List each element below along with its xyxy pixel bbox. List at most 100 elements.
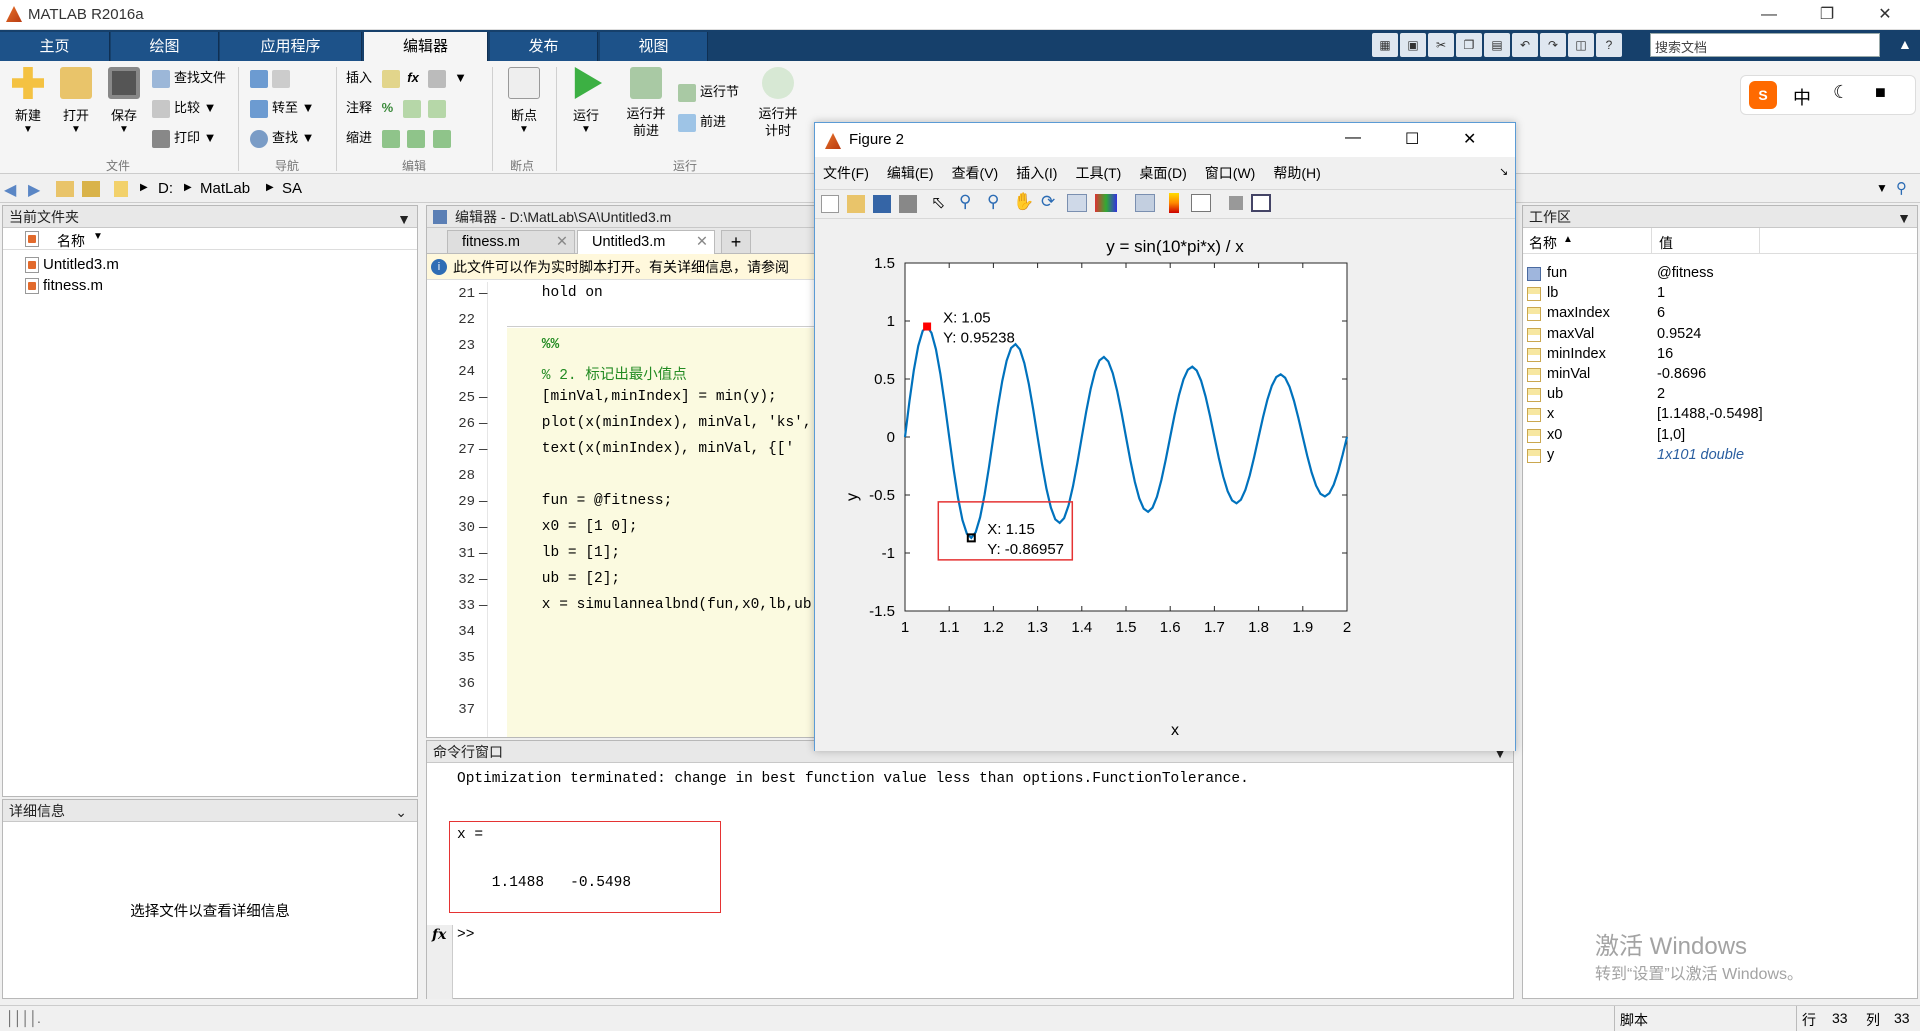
code-line[interactable]: %%: [507, 337, 559, 353]
command-prompt[interactable]: >>: [457, 927, 474, 943]
panel-menu-icon[interactable]: ▼: [397, 208, 411, 230]
cut-icon[interactable]: ✂: [1428, 33, 1454, 57]
tab-home[interactable]: 主页: [0, 32, 110, 61]
tab-plots[interactable]: 绘图: [111, 32, 219, 61]
file-item[interactable]: Untitled3.m: [25, 256, 119, 274]
code-line[interactable]: % 2. 标记出最小值点: [507, 363, 687, 384]
show-plot-tools-icon[interactable]: [1251, 194, 1271, 212]
redo-icon[interactable]: ↷: [1540, 33, 1566, 57]
workspace-row[interactable]: x [1.1488,-0.5498]: [1523, 405, 1917, 425]
paste-icon[interactable]: ▤: [1484, 33, 1510, 57]
workspace-row[interactable]: x0 [1,0]: [1523, 426, 1917, 446]
figure-menu-item[interactable]: 桌面(D): [1139, 165, 1186, 181]
figure-close-button[interactable]: ✕: [1463, 129, 1476, 149]
compare-button[interactable]: 比较 ▼: [152, 97, 217, 119]
print-button[interactable]: 打印 ▼: [152, 127, 217, 149]
workspace-row[interactable]: minVal -0.8696: [1523, 365, 1917, 385]
skin-icon[interactable]: ■: [1875, 82, 1886, 103]
fx-icon[interactable]: fx: [432, 927, 446, 943]
percent-icon[interactable]: %: [382, 100, 394, 115]
up-folder-icon[interactable]: [56, 181, 74, 197]
close-button[interactable]: ✕: [1862, 2, 1908, 28]
code-area[interactable]: 21— hold on 22 23 %% 24 % 2. 标记出最小值点 25— [mi…: [427, 282, 817, 737]
workspace-row[interactable]: maxVal 0.9524: [1523, 325, 1917, 345]
breakpoint-marker[interactable]: —: [479, 494, 487, 510]
back-forward-buttons[interactable]: [250, 67, 294, 89]
editor-tab-fitness[interactable]: fitness.m ✕: [447, 230, 575, 254]
panel-menu-icon[interactable]: ▼: [1897, 207, 1911, 229]
moon-icon[interactable]: ☾: [1833, 82, 1849, 103]
run-and-advance-button[interactable]: 运行并 前进: [620, 67, 672, 139]
restore-button[interactable]: ❐: [1804, 2, 1850, 28]
tab-view[interactable]: 视图: [600, 32, 708, 61]
new-tab-button[interactable]: +: [721, 230, 751, 254]
expand-icon[interactable]: ▲: [1898, 36, 1912, 52]
fx-icon[interactable]: fx: [407, 70, 419, 85]
insert-button[interactable]: 插入 fx ▼: [346, 67, 467, 89]
close-tab-icon[interactable]: ✕: [556, 234, 568, 250]
crumb-matlab[interactable]: MatLab: [200, 180, 250, 197]
crumb-sa[interactable]: SA: [282, 180, 302, 197]
figure-menu-item[interactable]: 工具(T): [1075, 165, 1121, 181]
open-file-icon[interactable]: [847, 195, 865, 213]
breakpoint-marker[interactable]: —: [479, 598, 487, 614]
find-files-button[interactable]: 查找文件: [152, 67, 226, 89]
save-icon[interactable]: ▣: [1400, 33, 1426, 57]
figure-menu-item[interactable]: 帮助(H): [1273, 165, 1320, 181]
figure-menu-item[interactable]: 文件(F): [823, 165, 869, 181]
workspace-row[interactable]: lb 1: [1523, 284, 1917, 304]
advance-button[interactable]: 前进: [678, 111, 726, 133]
minimize-button[interactable]: —: [1746, 2, 1792, 28]
code-line[interactable]: ub = [2];: [507, 571, 620, 587]
code-line[interactable]: fun = @fitness;: [507, 493, 673, 509]
find-button[interactable]: 查找 ▼: [250, 127, 315, 149]
search-icon[interactable]: ⚲: [1862, 35, 1872, 52]
breakpoint-marker[interactable]: —: [479, 390, 487, 406]
workspace-row[interactable]: y 1x101 double: [1523, 446, 1917, 466]
code-line[interactable]: text(x(minIndex), minVal, {[' X: [507, 441, 817, 457]
close-tab-icon[interactable]: ✕: [696, 234, 708, 250]
name-column-header[interactable]: 名称: [57, 231, 85, 251]
code-line[interactable]: x0 = [1 0];: [507, 519, 638, 535]
name-column-header[interactable]: 名称: [1529, 233, 1557, 253]
code-line[interactable]: x = simulannealbnd(fun,x0,lb,ub): [507, 597, 817, 613]
collapse-icon[interactable]: ⌄: [395, 801, 407, 823]
run-and-time-button[interactable]: 运行并 计时: [752, 67, 804, 139]
workspace-row[interactable]: fun @fitness: [1523, 264, 1917, 284]
goto-button[interactable]: 转至 ▼: [250, 97, 315, 119]
colorbar-icon[interactable]: [1169, 193, 1179, 213]
figure-menu-item[interactable]: 插入(I): [1016, 165, 1057, 181]
resize-grip-icon[interactable]: ││││.: [6, 1010, 41, 1026]
indent-button[interactable]: 缩进: [346, 127, 455, 149]
comment-button[interactable]: 注释 %: [346, 97, 450, 119]
workspace-row[interactable]: minIndex 16: [1523, 345, 1917, 365]
data-cursor-icon[interactable]: [1067, 194, 1087, 212]
breakpoint-marker[interactable]: —: [479, 520, 487, 536]
switch-windows-icon[interactable]: ◫: [1568, 33, 1594, 57]
legend-icon[interactable]: [1191, 194, 1211, 212]
crumb-drive[interactable]: D:: [158, 180, 173, 197]
figure-maximize-button[interactable]: ☐: [1405, 129, 1419, 149]
copy-icon[interactable]: ❐: [1456, 33, 1482, 57]
figure-axes[interactable]: 1 1.1 1.2 1.3 1.4 1.5 1.6 1.7 1.8 1.9 2 1.5 1 0.5 0 -0.…: [815, 221, 1515, 751]
dock-arrow-icon[interactable]: ↘: [1499, 165, 1508, 178]
link-plot-icon[interactable]: [1135, 194, 1155, 212]
zoom-in-icon[interactable]: ⚲: [959, 192, 971, 212]
back-icon[interactable]: ◀: [4, 180, 16, 200]
tab-editor[interactable]: 编辑器: [364, 32, 488, 61]
zoom-out-icon[interactable]: ⚲: [987, 192, 999, 212]
save-button[interactable]: 保存 ▼: [104, 67, 144, 135]
search-docs-input[interactable]: 搜索文档: [1650, 33, 1880, 57]
layout-icon[interactable]: ▦: [1372, 33, 1398, 57]
brush-icon[interactable]: [1095, 194, 1117, 212]
open-button[interactable]: 打开 ▼: [56, 67, 96, 135]
ime-language-toggle[interactable]: 中: [1793, 84, 1811, 110]
help-icon[interactable]: ?: [1596, 33, 1622, 57]
browse-folder-icon[interactable]: [82, 181, 100, 197]
forward-icon[interactable]: ▶: [28, 180, 40, 200]
sogou-logo-icon[interactable]: S: [1749, 81, 1777, 109]
tab-publish[interactable]: 发布: [490, 32, 598, 61]
editor-tab-untitled3[interactable]: Untitled3.m ✕: [577, 230, 715, 255]
tab-apps[interactable]: 应用程序: [220, 32, 362, 61]
pointer-icon[interactable]: ⬁: [931, 193, 945, 213]
